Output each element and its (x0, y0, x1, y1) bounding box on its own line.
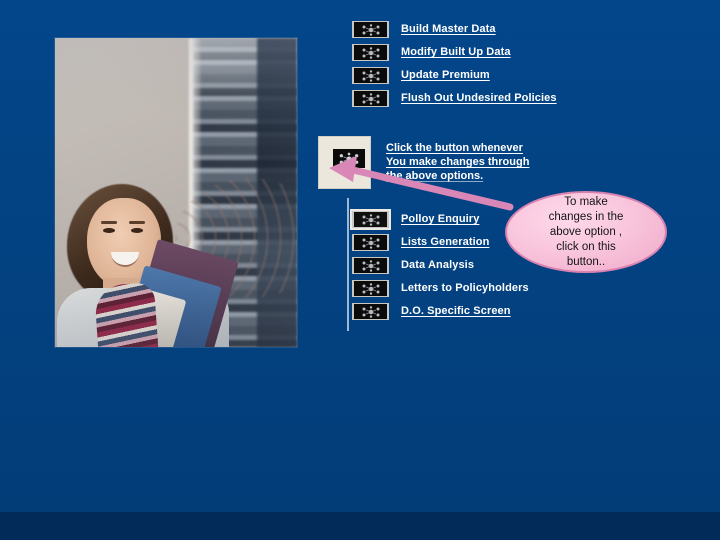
callout-line-3: above option , (549, 225, 623, 238)
callout-line-4: click on this (556, 240, 616, 253)
callout-line-1: To make (564, 195, 608, 208)
secondary-menu-group: Polloy Enquiry Lists Generation Data Ana… (350, 208, 529, 323)
primary-menu-group: Build Master Data Modify Built Up Data U… (352, 18, 557, 110)
network-node-icon[interactable] (352, 234, 389, 251)
network-node-icon[interactable] (352, 257, 389, 274)
callout-bubble: To make changes in the above option , cl… (505, 191, 667, 273)
network-node-icon[interactable] (352, 21, 389, 38)
photo-vignette (55, 38, 297, 347)
menu-item-data-analysis[interactable]: Data Analysis (352, 254, 529, 277)
network-node-icon[interactable] (352, 280, 389, 297)
callout-line-5: button.. (566, 255, 606, 268)
menu-item-letters-to-policyholders[interactable]: Letters to Policyholders (352, 277, 529, 300)
instruction-line-3: the above options. (386, 170, 484, 182)
callout-line-2: changes in the (548, 210, 624, 223)
menu-item-label: Lists Generation (401, 236, 490, 248)
instruction-line-1: Click the button whenever (386, 142, 523, 154)
menu-item-do-specific-screen[interactable]: D.O. Specific Screen (352, 300, 529, 323)
apply-changes-button[interactable] (318, 136, 371, 189)
instruction-text-block: Click the button whenever You make chang… (386, 141, 586, 183)
menu-item-label: Modify Built Up Data (401, 46, 511, 58)
network-node-icon[interactable] (352, 90, 389, 107)
menu-item-label: Update Premium (401, 69, 490, 81)
menu-item-label: Letters to Policyholders (401, 282, 529, 294)
menu-item-label: Data Analysis (401, 259, 475, 271)
instruction-line-2: You make changes through (386, 156, 530, 168)
slide-bottom-band (0, 512, 720, 540)
presentation-slide: Build Master Data Modify Built Up Data U… (0, 0, 720, 540)
menu-item-flush-out-undesired-policies[interactable]: Flush Out Undesired Policies (352, 87, 557, 110)
menu-guide-line (347, 198, 349, 331)
network-node-icon[interactable] (352, 303, 389, 320)
network-node-icon[interactable] (352, 44, 389, 61)
network-node-icon[interactable] (350, 209, 391, 230)
network-node-icon[interactable] (352, 67, 389, 84)
menu-item-modify-built-up-data[interactable]: Modify Built Up Data (352, 41, 557, 64)
menu-item-label: Polloy Enquiry (401, 213, 480, 225)
network-node-icon (333, 149, 365, 168)
menu-item-lists-generation[interactable]: Lists Generation (352, 231, 529, 254)
menu-item-label: Flush Out Undesired Policies (401, 92, 557, 104)
menu-item-update-premium[interactable]: Update Premium (352, 64, 557, 87)
menu-item-build-master-data[interactable]: Build Master Data (352, 18, 557, 41)
menu-item-label: D.O. Specific Screen (401, 305, 511, 317)
menu-item-label: Build Master Data (401, 23, 496, 35)
library-student-photo (55, 38, 297, 347)
menu-item-polloy-enquiry[interactable]: Polloy Enquiry (350, 208, 529, 231)
